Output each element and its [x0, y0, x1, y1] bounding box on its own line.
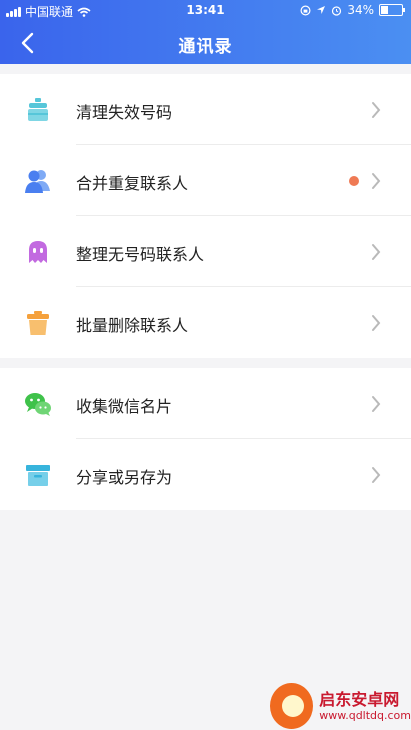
page-title: 通讯录 — [178, 37, 233, 57]
chevron-right-icon — [372, 244, 381, 260]
menu-item-label: 分享或另存为 — [76, 468, 173, 487]
wechat-icon — [25, 393, 51, 416]
menu-item-label: 合并重复联系人 — [76, 174, 189, 193]
chevron-right-icon — [372, 467, 381, 483]
status-bar: 中国联通 13:41 34% — [0, 0, 411, 22]
trash-icon — [27, 311, 49, 335]
menu-item-organize-no-number[interactable]: 整理无号码联系人 — [0, 216, 411, 287]
app-header: 中国联通 13:41 34% 通讯录 — [0, 0, 411, 64]
tools-group: 清理失效号码 合并重复联系人 整理无号码联系人 批量删除联系人 — [0, 74, 411, 358]
chevron-right-icon — [372, 396, 381, 412]
alarm-icon — [332, 5, 342, 16]
battery-icon — [379, 4, 405, 16]
location-arrow-icon — [317, 6, 326, 14]
ghost-icon — [29, 241, 47, 263]
menu-item-share-or-save[interactable]: 分享或另存为 — [0, 439, 411, 510]
menu-item-label: 整理无号码联系人 — [76, 245, 205, 264]
menu-item-collect-wechat-cards[interactable]: 收集微信名片 — [0, 368, 411, 439]
menu-item-label: 收集微信名片 — [76, 397, 173, 416]
chevron-right-icon — [372, 102, 381, 118]
menu-item-label: 批量删除联系人 — [76, 316, 189, 335]
chevron-right-icon — [372, 173, 381, 189]
watermark-name: 启东安卓网 — [319, 689, 400, 709]
menu-item-merge-duplicates[interactable]: 合并重复联系人 — [0, 145, 411, 216]
watermark-url: www.qdltdq.com — [319, 708, 411, 722]
status-right: 34% — [300, 3, 405, 17]
menu-item-label: 清理失效号码 — [76, 103, 173, 122]
menu-item-batch-delete[interactable]: 批量删除联系人 — [0, 287, 411, 358]
battery-percent: 34% — [347, 3, 374, 17]
archive-box-icon — [26, 465, 50, 486]
notification-dot — [349, 176, 359, 186]
lock-rotation-icon — [300, 4, 311, 16]
chevron-right-icon — [372, 315, 381, 331]
watermark-logo-icon — [270, 683, 314, 729]
battery-level — [381, 6, 388, 14]
contacts-merge-icon — [25, 170, 50, 193]
site-watermark: 启东安卓网 www.qdltdq.com — [270, 682, 411, 730]
share-group: 收集微信名片 分享或另存为 — [0, 368, 411, 510]
menu-item-clean-invalid-numbers[interactable]: 清理失效号码 — [0, 74, 411, 145]
cleaner-icon — [28, 98, 48, 121]
watermark-text: 启东安卓网 www.qdltdq.com — [319, 689, 411, 722]
